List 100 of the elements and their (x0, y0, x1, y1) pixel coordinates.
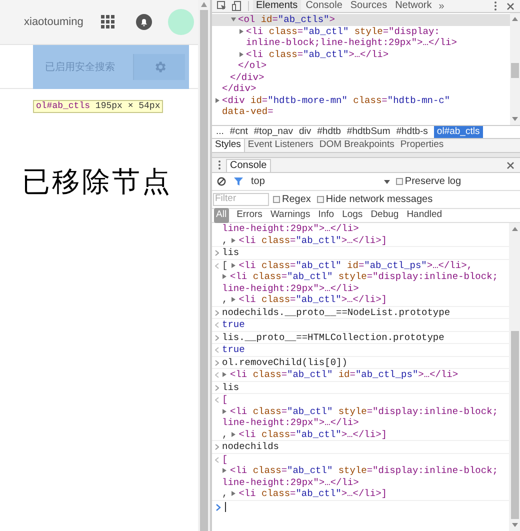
scroll-up-arrow-icon[interactable] (512, 17, 518, 21)
sidebar-tab[interactable]: Event Listeners (244, 138, 316, 153)
bracket-text: , (222, 428, 228, 440)
scrollbar-thumb[interactable] (510, 331, 518, 519)
checkbox[interactable] (273, 196, 280, 203)
dropdown-caret-icon[interactable] (384, 180, 390, 184)
collapsed-triangle-icon[interactable] (230, 262, 236, 268)
breadcrumb[interactable]: #top_nav (254, 126, 293, 138)
console-result-text: <li class="ab_ctl">…</li>] (238, 234, 387, 246)
html-tag-text[interactable]: <div id="hdtb-more-mn" class="hdtb-mn-c" (222, 94, 450, 106)
scroll-down-arrow-icon[interactable] (512, 523, 518, 527)
drawer-menu-icon[interactable] (218, 160, 221, 170)
collapsed-triangle-icon[interactable] (239, 52, 244, 56)
collapsed-triangle-icon[interactable] (230, 432, 236, 437)
breadcrumb[interactable]: ... (216, 126, 224, 138)
devtools-tab[interactable]: Console (302, 0, 346, 12)
closing-tag-text[interactable]: </div> (222, 83, 256, 94)
element-size-tooltip: ol#ab_ctls 195px × 54px (33, 100, 164, 113)
result-chevron-icon (215, 262, 220, 268)
result-chevron-icon (215, 372, 220, 378)
console-result-text: line-height:29px">…</li> (222, 223, 359, 234)
handwritten-note: 已移除节点 (22, 164, 173, 200)
closing-tag-text[interactable]: </ol> (238, 60, 267, 71)
checkbox[interactable] (396, 178, 403, 185)
device-toggle-icon[interactable] (232, 1, 242, 11)
log-level-filter[interactable]: Logs (342, 208, 363, 223)
console-result-text: line-height:29px">…</li> (222, 417, 359, 428)
breadcrumb[interactable]: #hdtb-s (396, 126, 428, 138)
console-input-text: nodechilds.__proto__==NodeList.prototype (222, 306, 450, 318)
collapsed-triangle-icon[interactable] (222, 372, 227, 378)
scrollbar-thumb[interactable] (200, 10, 208, 531)
collapsed-triangle-icon[interactable] (222, 408, 227, 414)
more-options-icon[interactable] (494, 1, 497, 11)
expanded-triangle-icon[interactable] (231, 17, 236, 22)
close-icon[interactable] (507, 2, 514, 10)
username[interactable]: xiaotouming (24, 14, 84, 30)
elements-scrollbar[interactable] (510, 13, 520, 125)
sidebar-tab[interactable]: DOM Breakpoints (316, 138, 398, 153)
breadcrumb[interactable]: ol#ab_ctls (434, 126, 483, 138)
notification-bell-icon[interactable] (136, 14, 152, 30)
log-level-filter[interactable]: Handled (406, 208, 442, 223)
log-level-filter[interactable]: Errors (236, 208, 262, 223)
bracket-text: , (222, 234, 228, 246)
more-tabs-button[interactable]: » (438, 0, 444, 14)
console-result-text: <li class="ab_ctl" style="display:inline-block; (230, 406, 498, 417)
collapsed-triangle-icon[interactable] (230, 238, 236, 243)
input-chevron-icon (215, 360, 219, 366)
scrollbar-thumb[interactable] (511, 63, 519, 78)
result-chevron-icon (215, 347, 220, 353)
log-level-filter[interactable]: Debug (370, 208, 399, 223)
devtools-tab[interactable]: Network (392, 0, 435, 12)
checkbox[interactable] (316, 196, 324, 203)
console-scrollbar[interactable] (509, 223, 520, 531)
console-input-text: nodechilds (222, 441, 280, 452)
scroll-up-arrow-icon[interactable] (201, 2, 207, 7)
result-chevron-icon (215, 397, 220, 403)
collapsed-triangle-icon[interactable] (222, 468, 227, 474)
collapsed-triangle-icon[interactable] (222, 274, 227, 280)
context-selector[interactable]: top (251, 174, 265, 189)
input-chevron-icon (215, 310, 219, 316)
html-tag-text[interactable]: inline-block;line-height:29px">…</li> (246, 37, 457, 48)
bracket-text: , (222, 488, 228, 500)
log-level-filter[interactable]: Info (318, 208, 334, 223)
breadcrumb[interactable]: #hdtbSum (346, 126, 390, 138)
checkbox-label[interactable]: Preserve log (404, 174, 462, 189)
closing-tag-text[interactable]: </div> (230, 72, 264, 82)
collapsed-triangle-icon[interactable] (230, 491, 236, 496)
drawer-tab[interactable]: Console (226, 159, 271, 172)
console-result-text: line-height:29px">…</li> (222, 282, 359, 294)
console-result-text: [ (222, 394, 228, 406)
scroll-up-arrow-icon[interactable] (512, 227, 518, 231)
devtools-tab[interactable]: Elements (253, 0, 301, 12)
log-level-filter[interactable]: Warnings (270, 208, 310, 223)
checkbox-label[interactable]: Regex (282, 192, 311, 207)
collapsed-triangle-icon[interactable] (215, 98, 220, 102)
html-tag-text[interactable]: <li class="ab_ctl">…</li> (246, 48, 389, 60)
collapsed-triangle-icon[interactable] (230, 297, 236, 302)
filter-field[interactable]: Filter (213, 193, 269, 206)
html-tag-text[interactable]: data-ved= (222, 106, 274, 117)
collapsed-triangle-icon[interactable] (239, 28, 244, 34)
apps-grid-icon[interactable] (101, 15, 116, 29)
checkbox-label[interactable]: Hide network messages (326, 192, 433, 207)
breadcrumb[interactable]: div (298, 126, 312, 138)
breadcrumb[interactable]: #hdtb (317, 126, 341, 138)
scroll-down-arrow-icon[interactable] (512, 117, 518, 121)
clear-console-icon[interactable] (217, 177, 226, 186)
sidebar-tab[interactable]: Styles (212, 139, 245, 152)
sidebar-tab[interactable]: Properties (397, 138, 447, 153)
html-tag-text[interactable]: <li class="ab_ctl" style="display: (246, 26, 440, 36)
close-icon[interactable] (507, 162, 514, 168)
inspect-element-icon[interactable] (217, 1, 227, 11)
filter-icon[interactable] (234, 177, 243, 186)
console-result-text: true (222, 319, 245, 330)
input-chevron-icon (215, 384, 219, 390)
page-scrollbar[interactable] (198, 0, 210, 531)
console-result-text: <li class="ab_ctl" id="ab_ctl_ps">…</li> (230, 369, 458, 380)
result-chevron-icon (215, 456, 220, 462)
console-result-text: <li class="ab_ctl" id="ab_ctl_ps">…</li>, (238, 260, 472, 271)
breadcrumb[interactable]: #cnt (230, 126, 248, 138)
devtools-tab[interactable]: Sources (347, 0, 390, 12)
